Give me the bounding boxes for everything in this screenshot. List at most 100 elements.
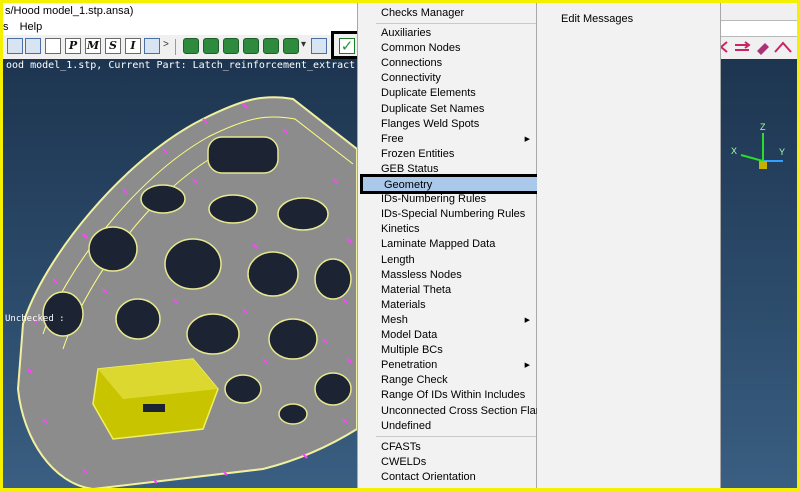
menu-item-laminate-mapped-data[interactable]: Laminate Mapped Data (358, 237, 536, 252)
menu-item-edit-messages[interactable]: Edit Messages (537, 12, 715, 27)
page-tool-icon[interactable] (223, 38, 239, 54)
menu-item-cwelds[interactable]: CWELDs (358, 455, 536, 470)
menu-item-label: Free (381, 132, 404, 145)
menu-item-label: Range Check (381, 374, 448, 387)
menu-item-label: Auxiliaries (381, 27, 432, 39)
main-toolbar: P M S I > ▾ (3, 35, 357, 60)
report-tool-icon[interactable] (263, 38, 279, 54)
menu-item-label: Contact Orientation (381, 471, 476, 484)
menu-item-label: Range Of IDs Within Includes (381, 389, 526, 402)
menu-item-label: Model Data (381, 329, 438, 341)
submenu-arrow-icon: ▶ (524, 362, 530, 370)
menu-item-label: Flanges Weld Spots (381, 117, 480, 130)
menu-item-geometry[interactable]: Geometry (360, 174, 540, 194)
menu-item-multiple-bcs[interactable]: Multiple BCs (358, 343, 536, 358)
menu-item-material-theta[interactable]: Material Theta (358, 283, 536, 298)
menu-item-cfasts[interactable]: CFASTs (358, 440, 536, 455)
menu-item-label: Material Theta (381, 283, 452, 296)
toolbar-divider (175, 39, 176, 55)
clipboard-tool-icon[interactable] (243, 38, 259, 54)
menu-item-label: Unconnected Cross Section Flanges (381, 404, 560, 417)
menu-item-common-nodes[interactable]: Common Nodes (358, 41, 536, 56)
axis-y-label: Y (779, 147, 785, 157)
transform-tools-icon (720, 41, 792, 55)
menu-item-help[interactable]: Help (20, 21, 43, 33)
window-title: s/Hood model_1.stp.ansa) (3, 3, 365, 20)
m-button[interactable]: M (85, 38, 101, 54)
grid-tool-icon[interactable] (7, 38, 23, 54)
i-button[interactable]: I (125, 38, 141, 54)
list-tool-icon[interactable] (45, 38, 61, 54)
window-tool-icon[interactable] (144, 38, 160, 54)
menu-item-label: CFASTs (381, 441, 421, 453)
menu-item-mesh[interactable]: Mesh ▶ (358, 313, 536, 328)
right-input-field[interactable] (719, 20, 797, 37)
menu-item-label: Materials (381, 298, 426, 311)
p-button[interactable]: P (65, 38, 81, 54)
s-button[interactable]: S (105, 38, 121, 54)
menu-item-unconnected-cross-section-flanges[interactable]: Unconnected Cross Section Flanges (358, 404, 560, 419)
menu-item-free[interactable]: Free ▶ (358, 132, 536, 147)
right-toolbar (715, 37, 797, 59)
menu-item-length[interactable]: Length (358, 253, 536, 268)
unchecked-label: Unchecked : (5, 314, 65, 324)
menu-item-range-check[interactable]: Range Check (358, 373, 536, 388)
menu-item-label: Laminate Mapped Data (381, 238, 496, 251)
app-window: s/Hood model_1.stp.ansa) s Help P M S I … (0, 0, 800, 491)
menu-item-label: Penetration (381, 359, 438, 372)
menu-item-ids-numbering-rules[interactable]: IDs-Numbering Rules (358, 192, 536, 207)
gear-check-icon[interactable] (203, 38, 219, 54)
menu-item-duplicate-elements[interactable]: Duplicate Elements (358, 86, 536, 101)
dropdown-arrow-icon[interactable]: ▾ (301, 39, 306, 50)
menu-item-partial[interactable]: s (3, 21, 9, 33)
menu-item-materials[interactable]: Materials (358, 298, 536, 313)
menu-item-label: Duplicate Set Names (381, 102, 485, 115)
menu-item-duplicate-set-names[interactable]: Duplicate Set Names (358, 102, 536, 117)
menu-item-label: Kinetics (381, 223, 420, 236)
table-tool-icon[interactable] (25, 38, 41, 54)
menu-bar: s Help (3, 20, 363, 35)
menu-item-label: IDs-Special Numbering Rules (381, 208, 526, 221)
menu-item-label: Length (381, 253, 415, 266)
menu-item-penetration[interactable]: Penetration ▶ (358, 358, 536, 373)
menu-separator (376, 436, 536, 437)
gear-tool-icon[interactable] (183, 38, 199, 54)
menu-item-frozen-entities[interactable]: Frozen Entities (358, 147, 536, 162)
menu-item-flanges-weld-spots[interactable]: Flanges Weld Spots (358, 117, 536, 132)
submenu-arrow-icon: ▶ (524, 135, 530, 143)
checkmark-icon: ✓ (339, 37, 355, 55)
menu-item-checks-manager[interactable]: Checks Manager (358, 6, 536, 21)
menu-item-connectivity[interactable]: Connectivity (358, 71, 536, 86)
submenu-arrow-icon: ▶ (524, 316, 530, 324)
axis-z-label: Z (760, 122, 766, 132)
menu-item-range-of-ids-within-includes[interactable]: Range Of IDs Within Includes (358, 388, 536, 403)
checks-menu: Checks Manager Auxiliaries Common Nodes Co… (357, 3, 560, 488)
monitor-tool-icon[interactable] (311, 38, 327, 54)
menu-item-label: Common Nodes (381, 42, 461, 55)
menu-separator (376, 23, 536, 24)
menu-item-massless-nodes[interactable]: Massless Nodes (358, 268, 536, 283)
menu-item-label: Massless Nodes (381, 268, 462, 281)
menu-item-kinetics[interactable]: Kinetics (358, 222, 536, 237)
menu-item-label: Mesh (381, 313, 408, 326)
menu-item-label: Geometry (384, 179, 433, 191)
menu-item-connections[interactable]: Connections (358, 56, 536, 71)
menu-item-label: Duplicate Elements (381, 87, 476, 100)
menu-item-auxiliaries[interactable]: Auxiliaries (358, 26, 536, 41)
menu-item-ids-special-numbering-rules[interactable]: IDs-Special Numbering Rules (358, 207, 536, 222)
menu-item-label: Connections (381, 57, 443, 70)
axis-triad-icon: Z X Y (731, 122, 785, 169)
menu-item-label: Connectivity (381, 72, 441, 85)
menu-item-label: Multiple BCs (381, 344, 443, 357)
menu-item-model-data[interactable]: Model Data (358, 328, 536, 343)
doc-tool-icon[interactable] (283, 38, 299, 54)
menu-item-label: IDs-Numbering Rules (381, 193, 487, 206)
side-menu: Edit Messages (537, 3, 721, 488)
toolbar-more-button[interactable]: > (163, 39, 169, 50)
menu-item-label: Frozen Entities (381, 147, 455, 160)
axis-x-label: X (731, 146, 737, 156)
menu-item-undefined[interactable]: Undefined (358, 419, 536, 434)
menu-item-contact-orientation[interactable]: Contact Orientation (358, 470, 536, 485)
menu-item-label: Undefined (381, 419, 432, 432)
status-line: ood model_1.stp, Current Part: Latch_rei… (6, 60, 356, 71)
